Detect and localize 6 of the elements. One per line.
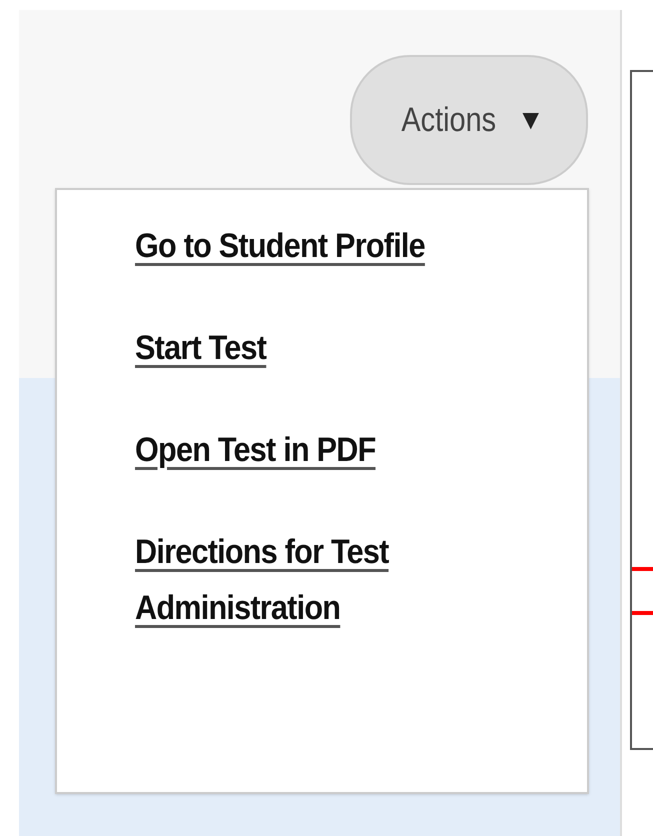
menu-link[interactable]: Start Test bbox=[135, 320, 266, 376]
menu-link[interactable]: Go to Student Profile bbox=[135, 218, 425, 274]
menu-link[interactable]: Directions for Test Administration bbox=[135, 524, 488, 636]
caret-icon: ▼ bbox=[516, 99, 545, 141]
actions-button[interactable]: Actions ▼ bbox=[350, 55, 588, 185]
menu-link[interactable]: Open Test in PDF bbox=[135, 422, 376, 478]
